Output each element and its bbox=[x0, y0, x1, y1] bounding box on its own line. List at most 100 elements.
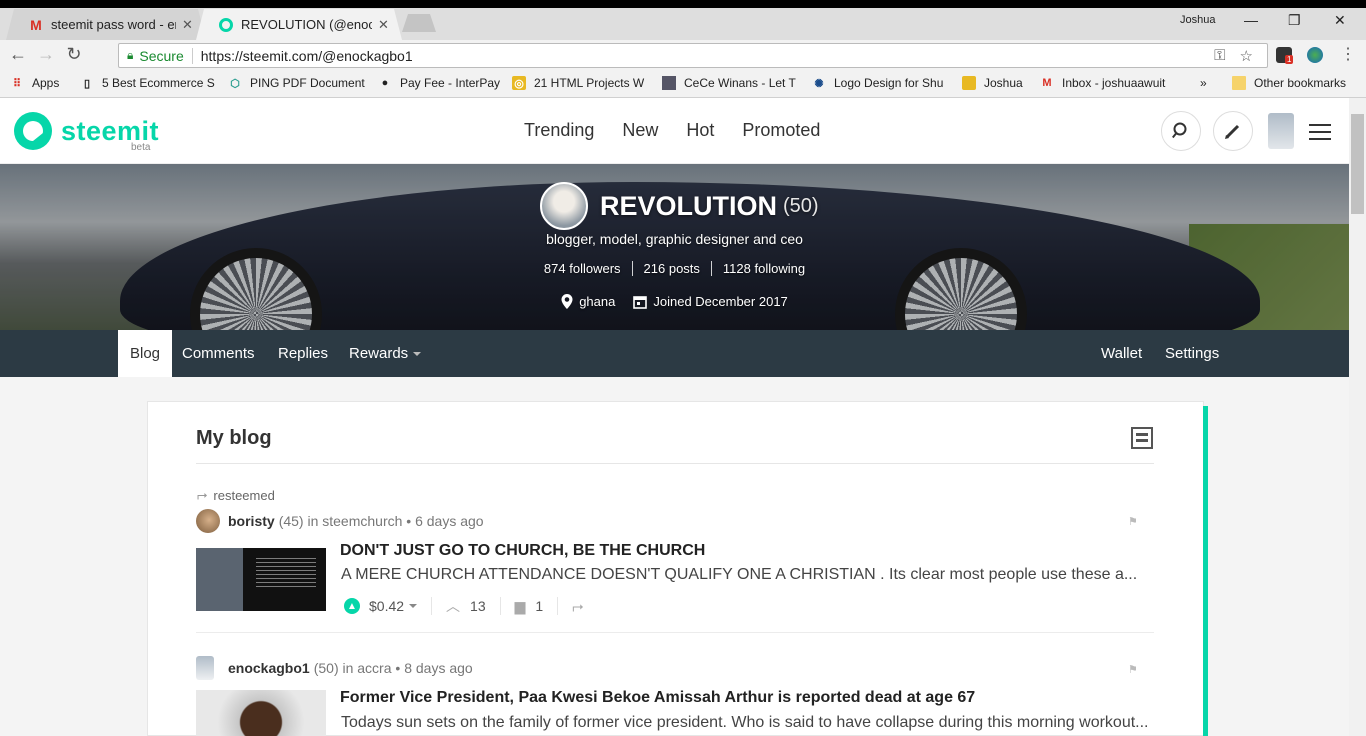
nav-promoted[interactable]: Promoted bbox=[742, 120, 820, 141]
divider bbox=[196, 463, 1154, 464]
key-icon[interactable]: ⚿ bbox=[1214, 47, 1225, 64]
joined: Joined December 2017 bbox=[633, 294, 788, 309]
post-comments[interactable]: 1 bbox=[535, 598, 543, 614]
profile-tabs: Blog Comments Replies Rewards Wallet Set… bbox=[0, 330, 1349, 377]
scrollbar-thumb[interactable] bbox=[1351, 114, 1364, 214]
bookmark-label: Logo Design for Shu bbox=[834, 76, 944, 90]
bookmarks-bar: ⠿ Apps ▯ 5 Best Ecommerce S ⬡ PING PDF D… bbox=[0, 71, 1366, 98]
browser-profile-name[interactable]: Joshua bbox=[1180, 14, 1215, 26]
user-avatar[interactable] bbox=[1268, 113, 1294, 149]
steemit-icon bbox=[218, 17, 234, 33]
bookmark-item[interactable]: M Inbox - joshuaawuit bbox=[1040, 76, 1180, 90]
reload-icon[interactable]: ↻ bbox=[64, 44, 84, 65]
bookmark-label: Apps bbox=[32, 76, 60, 90]
write-post-button[interactable] bbox=[1213, 111, 1253, 151]
post-excerpt[interactable]: A MERE CHURCH ATTENDANCE DOESN'T QUALIFY… bbox=[341, 566, 1151, 584]
post-title[interactable]: Former Vice President, Paa Kwesi Bekoe A… bbox=[340, 689, 975, 707]
tab-settings[interactable]: Settings bbox=[1153, 330, 1231, 377]
calendar-icon bbox=[633, 295, 648, 309]
thumbnail-text-lines bbox=[256, 558, 316, 588]
bookmark-label: Pay Fee - InterPay bbox=[400, 76, 501, 90]
bookmark-other[interactable]: Other bookmarks bbox=[1232, 76, 1346, 90]
window-close-icon[interactable]: ✕ bbox=[1334, 12, 1346, 29]
forward-icon[interactable]: → bbox=[36, 44, 56, 65]
followers-link[interactable]: 874 followers bbox=[533, 261, 632, 276]
resteemed-label: resteemed bbox=[213, 487, 275, 503]
post-author[interactable]: enockagbo1 bbox=[228, 660, 310, 676]
resteemed-indicator: ⮣ resteemed bbox=[197, 487, 275, 503]
bookmark-item[interactable]: ⬡ PING PDF Document bbox=[228, 76, 366, 90]
following-link[interactable]: 1128 following bbox=[710, 261, 816, 276]
nav-new[interactable]: New bbox=[622, 120, 658, 141]
upvote-icon[interactable]: ▲ bbox=[344, 598, 360, 614]
bookmark-item[interactable]: ◎ 21 HTML Projects W bbox=[512, 76, 650, 90]
flag-icon[interactable]: ⚑ bbox=[1128, 515, 1138, 528]
author-avatar[interactable] bbox=[196, 656, 214, 680]
bookmark-item[interactable]: ▯ 5 Best Ecommerce S bbox=[80, 76, 215, 90]
url-text[interactable]: https://steemit.com/@enockagbo1 bbox=[201, 48, 1214, 64]
search-button[interactable] bbox=[1161, 111, 1201, 151]
post-header: enockagbo1 (50) in accra • 8 days ago bbox=[196, 656, 473, 680]
location: ghana bbox=[561, 294, 615, 309]
bookmark-star-icon[interactable]: ☆ bbox=[1240, 47, 1253, 65]
browser-tab-gmail[interactable]: M steemit pass word - enoc ✕ bbox=[6, 9, 206, 40]
profile-name: REVOLUTION bbox=[600, 190, 778, 221]
hamburger-menu-icon[interactable] bbox=[1309, 124, 1331, 145]
menu-dots-icon[interactable]: ⋮ bbox=[1338, 44, 1358, 64]
bookmark-item[interactable]: ● Pay Fee - InterPay bbox=[378, 76, 504, 90]
restore-icon[interactable]: ❐ bbox=[1288, 12, 1301, 29]
gmail-icon: M bbox=[30, 16, 42, 33]
card-accent-bar bbox=[1203, 406, 1208, 736]
bookmark-apps[interactable]: ⠿ Apps bbox=[10, 76, 59, 90]
chevron-down-icon[interactable] bbox=[409, 603, 418, 612]
close-icon[interactable]: ✕ bbox=[182, 17, 194, 33]
reblog-icon[interactable]: ⮣ bbox=[572, 598, 583, 615]
flag-icon[interactable]: ⚑ bbox=[1128, 663, 1138, 676]
address-bar[interactable]: 🔒︎ Secure https://steemit.com/@enockagbo… bbox=[118, 43, 1268, 68]
tab-rewards[interactable]: Rewards bbox=[337, 330, 433, 377]
divider bbox=[196, 632, 1154, 633]
post-title[interactable]: DON'T JUST GO TO CHURCH, BE THE CHURCH bbox=[340, 542, 705, 560]
logo-design-icon: ✺ bbox=[814, 77, 824, 90]
pencil-icon bbox=[1225, 124, 1240, 139]
nav-hot[interactable]: Hot bbox=[686, 120, 714, 141]
tab-replies[interactable]: Replies bbox=[266, 330, 340, 377]
bookmarks-overflow[interactable]: » bbox=[1200, 76, 1207, 90]
tab-wallet[interactable]: Wallet bbox=[1089, 330, 1154, 377]
bookmark-item[interactable]: ✺ Logo Design for Shu bbox=[812, 76, 950, 90]
post-payout[interactable]: $0.42 bbox=[369, 598, 404, 614]
joshua-icon bbox=[962, 76, 976, 90]
new-tab-button[interactable] bbox=[402, 14, 436, 32]
profile-avatar[interactable] bbox=[540, 182, 588, 230]
layout-toggle-icon[interactable] bbox=[1131, 427, 1153, 449]
tab-blog[interactable]: Blog bbox=[118, 330, 173, 377]
bookmark-label: CeCe Winans - Let T bbox=[684, 76, 796, 90]
back-icon[interactable]: ← bbox=[8, 44, 28, 65]
post-author[interactable]: boristy bbox=[228, 513, 275, 529]
ping-icon: ⬡ bbox=[230, 77, 240, 90]
divider bbox=[431, 597, 433, 615]
tab-comments[interactable]: Comments bbox=[170, 330, 267, 377]
post-votes[interactable]: 13 bbox=[470, 598, 486, 614]
globe-extension-icon[interactable] bbox=[1307, 47, 1323, 63]
bookmark-item[interactable]: Joshua bbox=[962, 76, 1023, 90]
minimize-icon[interactable]: — bbox=[1244, 12, 1258, 28]
post-excerpt[interactable]: Todays sun sets on the family of former … bbox=[341, 714, 1151, 732]
browser-tab-steemit[interactable]: REVOLUTION (@enockag ✕ bbox=[196, 9, 402, 40]
post-meta: (50) in accra • 8 days ago bbox=[313, 660, 473, 676]
browser-toolbar: ← → ↻ 🔒︎ Secure https://steemit.com/@eno… bbox=[0, 40, 1366, 71]
location-pin-icon bbox=[561, 294, 573, 309]
votes-chevron-icon: ︿ bbox=[446, 598, 461, 614]
secure-label: Secure bbox=[139, 47, 184, 64]
close-icon[interactable]: ✕ bbox=[378, 17, 390, 33]
page-scrollbar[interactable] bbox=[1349, 98, 1366, 736]
tab-rewards-label: Rewards bbox=[349, 345, 409, 362]
post-thumbnail[interactable] bbox=[196, 548, 326, 611]
nav-trending[interactable]: Trending bbox=[524, 120, 594, 141]
divider bbox=[557, 597, 559, 615]
author-avatar[interactable] bbox=[196, 509, 220, 533]
extension-icon[interactable]: 1 bbox=[1276, 47, 1294, 64]
post-thumbnail[interactable] bbox=[196, 690, 326, 736]
bookmark-item[interactable]: CeCe Winans - Let T bbox=[662, 76, 800, 90]
post-meta: (45) in steemchurch • 6 days ago bbox=[278, 513, 484, 529]
